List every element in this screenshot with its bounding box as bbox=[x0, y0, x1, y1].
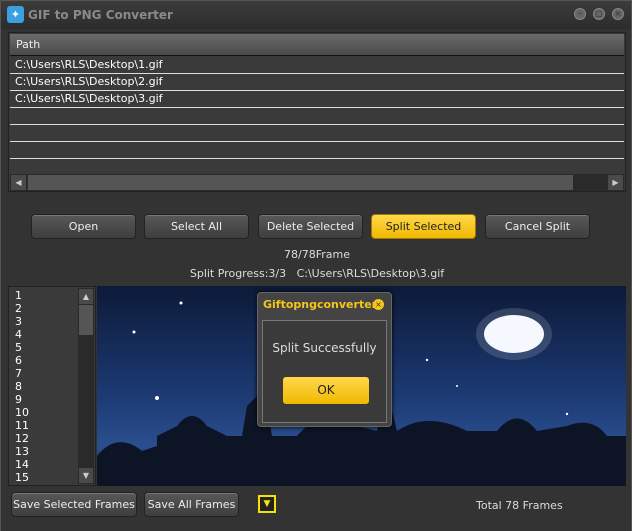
frame-list[interactable]: 1 2 3 4 5 6 7 8 9 10 11 12 13 14 15 ▲ ▼ bbox=[8, 286, 96, 486]
frame-item[interactable]: 12 bbox=[15, 432, 29, 445]
frame-item[interactable]: 3 bbox=[15, 315, 22, 328]
delete-selected-button[interactable]: Delete Selected bbox=[258, 214, 363, 239]
scroll-right-icon[interactable]: ▶ bbox=[608, 175, 623, 190]
minimize-icon[interactable]: – bbox=[574, 8, 586, 20]
frame-item[interactable]: 5 bbox=[15, 341, 22, 354]
open-button[interactable]: Open bbox=[31, 214, 136, 239]
vertical-scrollbar[interactable]: ▲ ▼ bbox=[78, 288, 94, 484]
horizontal-scrollbar[interactable]: ◀ ▶ bbox=[10, 174, 624, 191]
frame-item[interactable]: 6 bbox=[15, 354, 22, 367]
file-list[interactable]: Path C:\Users\RLS\Desktop\1.gif C:\Users… bbox=[8, 32, 626, 192]
total-frames: Total 78 Frames bbox=[476, 499, 563, 512]
dialog-title: Giftopngconverter bbox=[263, 298, 378, 311]
frame-item[interactable]: 8 bbox=[15, 380, 22, 393]
file-row[interactable] bbox=[10, 142, 624, 159]
file-row[interactable]: C:\Users\RLS\Desktop\3.gif bbox=[10, 91, 624, 108]
dialog-body: Split Successfully OK bbox=[262, 320, 387, 423]
app-icon: ✦ bbox=[7, 6, 24, 23]
close-icon[interactable]: × bbox=[612, 8, 624, 20]
frame-item[interactable]: 11 bbox=[15, 419, 29, 432]
frame-item[interactable]: 10 bbox=[15, 406, 29, 419]
frame-item[interactable]: 7 bbox=[15, 367, 22, 380]
app-window: ✦ GIF to PNG Converter – □ × Path C:\Use… bbox=[0, 0, 632, 531]
scroll-thumb[interactable] bbox=[79, 305, 93, 335]
frame-item[interactable]: 2 bbox=[15, 302, 22, 315]
frame-item[interactable]: 1 bbox=[15, 289, 22, 302]
frame-item[interactable]: 9 bbox=[15, 393, 22, 406]
frame-item[interactable]: 4 bbox=[15, 328, 22, 341]
select-all-button[interactable]: Select All bbox=[144, 214, 249, 239]
dialog-message: Split Successfully bbox=[272, 341, 377, 355]
file-row[interactable] bbox=[10, 125, 624, 142]
scroll-up-icon[interactable]: ▲ bbox=[79, 289, 93, 304]
frame-item[interactable]: 14 bbox=[15, 458, 29, 471]
frame-item[interactable]: 13 bbox=[15, 445, 29, 458]
title-bar: ✦ GIF to PNG Converter – □ × bbox=[1, 1, 631, 29]
save-all-frames-button[interactable]: Save All Frames bbox=[144, 492, 239, 517]
dialog-close-icon[interactable]: × bbox=[373, 299, 384, 310]
frame-item[interactable]: 15 bbox=[15, 471, 29, 484]
file-row[interactable] bbox=[10, 108, 624, 125]
split-progress: Split Progress:3/3 C:\Users\RLS\Desktop\… bbox=[189, 267, 445, 280]
scroll-down-icon[interactable]: ▼ bbox=[79, 468, 93, 483]
scroll-thumb[interactable] bbox=[28, 175, 573, 190]
ok-button[interactable]: OK bbox=[283, 377, 369, 404]
cancel-split-button[interactable]: Cancel Split bbox=[485, 214, 590, 239]
save-selected-frames-button[interactable]: Save Selected Frames bbox=[11, 492, 137, 517]
window-title: GIF to PNG Converter bbox=[28, 8, 173, 22]
file-row[interactable]: C:\Users\RLS\Desktop\1.gif bbox=[10, 57, 624, 74]
split-selected-button[interactable]: Split Selected bbox=[371, 214, 476, 239]
column-header-path[interactable]: Path bbox=[10, 34, 624, 56]
dropdown-arrow-icon[interactable]: ▼ bbox=[258, 495, 276, 513]
frame-counter: 78/78Frame bbox=[284, 248, 350, 261]
success-dialog: Giftopngconverter × Split Successfully O… bbox=[257, 292, 392, 427]
restore-icon[interactable]: □ bbox=[593, 8, 605, 20]
file-row[interactable]: C:\Users\RLS\Desktop\2.gif bbox=[10, 74, 624, 91]
scroll-left-icon[interactable]: ◀ bbox=[11, 175, 26, 190]
